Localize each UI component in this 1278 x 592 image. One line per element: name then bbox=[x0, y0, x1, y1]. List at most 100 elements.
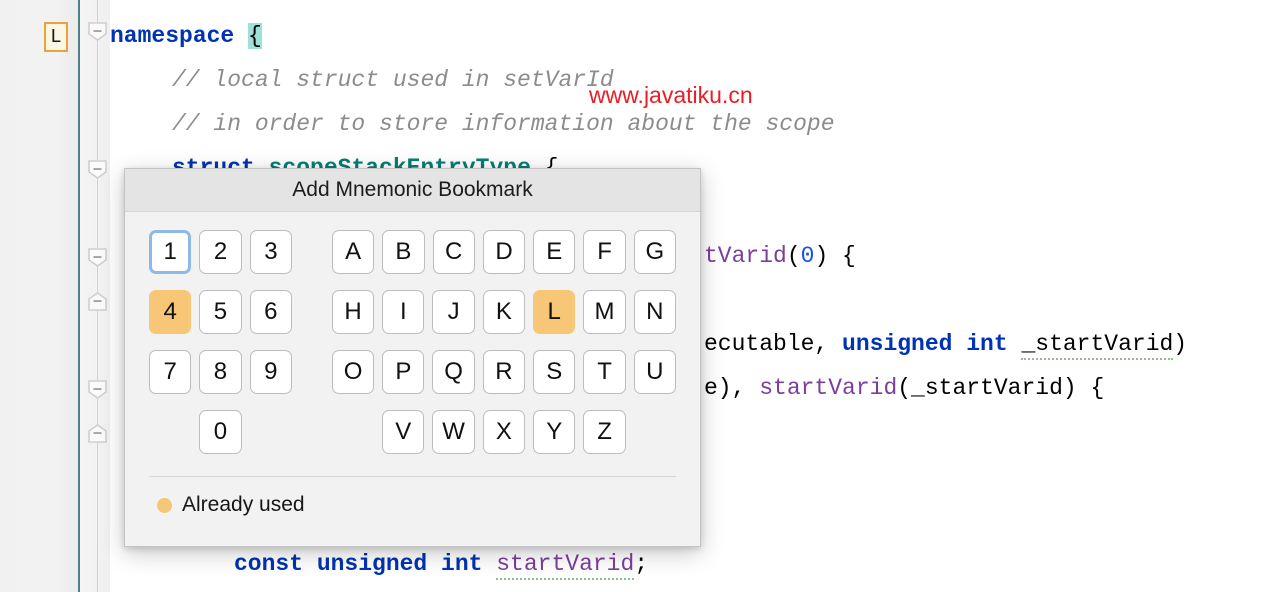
mnemonic-key-V[interactable]: V bbox=[382, 410, 425, 454]
code-token: (_startVarid) { bbox=[897, 375, 1105, 401]
mnemonic-key-N[interactable]: N bbox=[633, 290, 676, 334]
mnemonic-key-label: 2 bbox=[213, 238, 228, 265]
mnemonic-key-label: Z bbox=[597, 418, 612, 445]
mnemonic-key-E[interactable]: E bbox=[533, 230, 576, 274]
mnemonic-key-W[interactable]: W bbox=[432, 410, 475, 454]
code-token: { bbox=[248, 23, 262, 49]
mnemonic-key-label: W bbox=[442, 418, 465, 445]
dialog-body: 1 2 3 A B C D E F G 4 5 6 H I J K L M N 7 8 9 O P Q R S T U 0 V W X Y Z Alr… bbox=[125, 212, 700, 546]
mnemonic-key-S[interactable]: S bbox=[533, 350, 576, 394]
mnemonic-key-label: 0 bbox=[213, 418, 228, 445]
mnemonic-key-4[interactable]: 4 bbox=[149, 290, 192, 334]
mnemonic-key-label: M bbox=[594, 298, 615, 325]
mnemonic-key-8[interactable]: 8 bbox=[199, 350, 242, 394]
mnemonic-key-3[interactable]: 3 bbox=[249, 230, 293, 274]
key-placeholder bbox=[149, 410, 191, 454]
mnemonic-key-label: K bbox=[495, 298, 512, 325]
mnemonic-key-label: Q bbox=[444, 358, 463, 385]
fold-collapse-icon[interactable] bbox=[88, 424, 107, 443]
mnemonic-key-A[interactable]: A bbox=[332, 230, 375, 274]
mnemonic-key-C[interactable]: C bbox=[432, 230, 475, 274]
mnemonic-key-I[interactable]: I bbox=[382, 290, 425, 334]
mnemonic-key-Z[interactable]: Z bbox=[583, 410, 626, 454]
mnemonic-key-label: 9 bbox=[264, 358, 278, 385]
mnemonic-key-1[interactable]: 1 bbox=[149, 230, 192, 274]
mnemonic-key-label: H bbox=[344, 298, 362, 325]
mnemonic-key-Q[interactable]: Q bbox=[432, 350, 475, 394]
mnemonic-key-label: O bbox=[343, 358, 363, 385]
editor-gutter[interactable] bbox=[0, 0, 78, 592]
bookmark-badge-label: L bbox=[50, 26, 62, 48]
code-token: ; bbox=[634, 551, 649, 577]
mnemonic-key-label: T bbox=[597, 358, 612, 385]
key-row: 7 8 9 O P Q R S T U bbox=[149, 350, 676, 394]
mnemonic-key-M[interactable]: M bbox=[583, 290, 626, 334]
key-row: 1 2 3 A B C D E F G bbox=[149, 230, 676, 274]
mnemonic-key-label: R bbox=[495, 358, 513, 385]
watermark-text: www.javatiku.cn bbox=[589, 82, 753, 108]
mnemonic-key-H[interactable]: H bbox=[331, 290, 375, 334]
mnemonic-key-J[interactable]: J bbox=[432, 290, 475, 334]
mnemonic-key-label: P bbox=[395, 358, 412, 385]
mnemonic-key-0[interactable]: 0 bbox=[199, 410, 242, 454]
mnemonic-key-U[interactable]: U bbox=[633, 350, 676, 394]
code-token: e), bbox=[704, 375, 760, 401]
mnemonic-key-T[interactable]: T bbox=[583, 350, 626, 394]
mnemonic-key-label: D bbox=[495, 238, 513, 265]
code-token: _startVarid bbox=[1021, 331, 1174, 360]
mnemonic-key-label: V bbox=[395, 418, 412, 445]
mnemonic-key-B[interactable]: B bbox=[382, 230, 425, 274]
fold-expand-icon[interactable] bbox=[88, 22, 107, 41]
mnemonic-key-F[interactable]: F bbox=[583, 230, 626, 274]
mnemonic-key-label: C bbox=[445, 238, 463, 265]
mnemonic-key-O[interactable]: O bbox=[331, 350, 375, 394]
code-token: // in order to store information about t… bbox=[172, 111, 835, 137]
mnemonic-key-L[interactable]: L bbox=[533, 290, 576, 334]
mnemonic-key-D[interactable]: D bbox=[482, 230, 526, 274]
code-line: e), startVarid(_startVarid) { bbox=[704, 366, 1104, 410]
mnemonic-key-label: G bbox=[645, 238, 665, 265]
mnemonic-key-label: S bbox=[546, 358, 563, 385]
key-row: 4 5 6 H I J K L M N bbox=[149, 290, 676, 334]
code-token: 0 bbox=[800, 243, 815, 269]
mnemonic-key-P[interactable]: P bbox=[382, 350, 425, 394]
mnemonic-key-label: 8 bbox=[213, 358, 228, 385]
code-token: // local struct used in setVarId bbox=[172, 67, 614, 93]
mnemonic-key-9[interactable]: 9 bbox=[249, 350, 292, 394]
mnemonic-key-2[interactable]: 2 bbox=[199, 230, 242, 274]
mnemonic-key-label: X bbox=[495, 418, 512, 445]
mnemonic-key-label: 3 bbox=[264, 238, 278, 265]
fold-collapse-icon[interactable] bbox=[88, 292, 107, 311]
mnemonic-key-G[interactable]: G bbox=[633, 230, 676, 274]
code-token: const unsigned int bbox=[234, 551, 497, 577]
mnemonic-key-5[interactable]: 5 bbox=[199, 290, 242, 334]
mnemonic-key-label: 5 bbox=[213, 298, 228, 325]
mnemonic-key-X[interactable]: X bbox=[482, 410, 526, 454]
fold-expand-icon[interactable] bbox=[88, 380, 107, 399]
code-token: ) bbox=[1173, 331, 1188, 357]
mnemonic-key-label: E bbox=[546, 238, 563, 265]
fold-expand-icon[interactable] bbox=[88, 248, 107, 267]
mnemonic-key-Y[interactable]: Y bbox=[533, 410, 576, 454]
dialog-titlebar: Add Mnemonic Bookmark bbox=[125, 169, 700, 212]
mnemonic-key-7[interactable]: 7 bbox=[149, 350, 192, 394]
mnemonic-key-label: N bbox=[646, 298, 664, 325]
mnemonic-key-grid[interactable]: 1 2 3 A B C D E F G 4 5 6 H I J K L M N 7 8 9 O P Q R S T U 0 V W X Y Z bbox=[149, 230, 676, 454]
mnemonic-key-R[interactable]: R bbox=[482, 350, 526, 394]
bookmark-badge-L[interactable]: L bbox=[44, 22, 68, 52]
code-token: unsigned int bbox=[842, 331, 1022, 357]
code-token: startVarid bbox=[759, 375, 898, 401]
code-token: tVarid bbox=[704, 243, 787, 269]
mnemonic-key-K[interactable]: K bbox=[482, 290, 526, 334]
mnemonic-key-label: 4 bbox=[163, 298, 177, 325]
code-line: const unsigned int startVarid; bbox=[234, 542, 648, 586]
mnemonic-key-6[interactable]: 6 bbox=[249, 290, 292, 334]
key-placeholder bbox=[250, 410, 292, 454]
mnemonic-key-label: 1 bbox=[163, 238, 177, 265]
code-token: namespace bbox=[110, 23, 249, 49]
key-placeholder bbox=[634, 410, 676, 454]
code-token: ( bbox=[786, 243, 801, 269]
key-row: 0 V W X Y Z bbox=[149, 410, 676, 454]
legend-dot-icon bbox=[157, 497, 172, 513]
fold-expand-icon[interactable] bbox=[88, 160, 107, 179]
